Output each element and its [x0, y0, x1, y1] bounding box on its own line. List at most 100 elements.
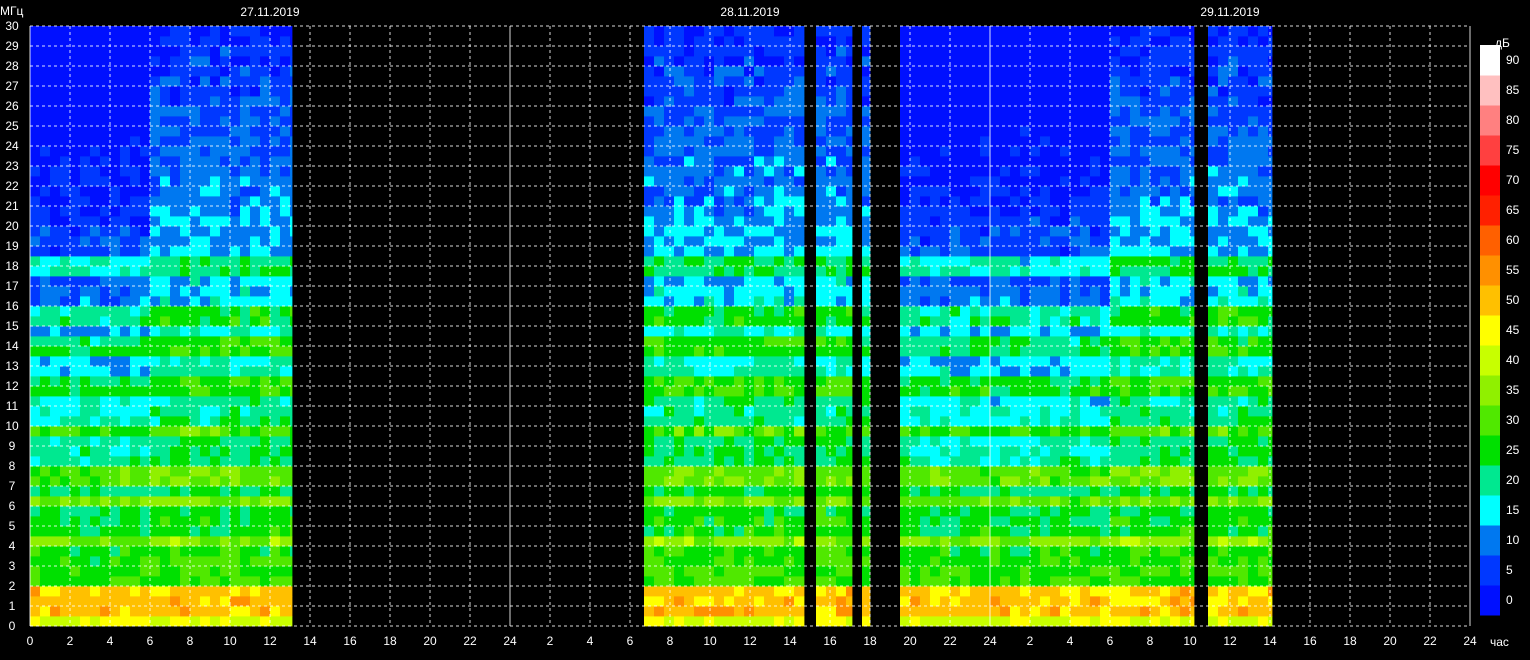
heatmap-cell: [1150, 356, 1161, 367]
heatmap-cell: [744, 466, 755, 477]
heatmap-cell: [1090, 496, 1101, 507]
heatmap-cell: [724, 516, 735, 527]
heatmap-cell: [120, 506, 131, 517]
heatmap-cell: [674, 216, 685, 227]
heatmap-cell: [704, 86, 715, 97]
heatmap-cell: [1100, 146, 1111, 157]
heatmap-cell: [1010, 486, 1021, 497]
heatmap-cell: [654, 506, 665, 517]
heatmap-cell: [280, 236, 291, 247]
heatmap-cell: [704, 516, 715, 527]
heatmap-cell: [664, 256, 675, 267]
heatmap-cell: [60, 246, 71, 257]
heatmap-cell: [290, 226, 293, 237]
heatmap-cell: [664, 426, 675, 437]
heatmap-cell: [950, 136, 961, 147]
heatmap-cell: [1120, 166, 1131, 177]
heatmap-cell: [1238, 486, 1249, 497]
heatmap-cell: [754, 566, 765, 577]
heatmap-cell: [694, 526, 705, 537]
heatmap-cell: [734, 346, 745, 357]
heatmap-cell: [200, 406, 211, 417]
heatmap-cell: [664, 596, 675, 607]
heatmap-cell: [260, 316, 271, 327]
heatmap-cell: [1180, 446, 1191, 457]
heatmap-cell: [130, 66, 141, 77]
heatmap-cell: [1100, 616, 1111, 627]
heatmap-cell: [180, 116, 191, 127]
heatmap-cell: [150, 616, 161, 627]
heatmap-cell: [1190, 36, 1195, 47]
heatmap-cell: [120, 526, 131, 537]
heatmap-cell: [704, 386, 715, 397]
heatmap-cell: [774, 26, 785, 37]
heatmap-cell: [1238, 606, 1249, 617]
heatmap-cell: [110, 206, 121, 217]
heatmap-cell: [1070, 556, 1081, 567]
heatmap-cell: [684, 186, 695, 197]
heatmap-cell: [862, 316, 871, 327]
heatmap-cell: [280, 86, 291, 97]
heatmap-cell: [980, 56, 991, 67]
heatmap-cell: [794, 346, 805, 357]
heatmap-cell: [1130, 476, 1141, 487]
heatmap-cell: [230, 226, 241, 237]
heatmap-cell: [200, 476, 211, 487]
heatmap-cell: [960, 96, 971, 107]
heatmap-cell: [1030, 616, 1041, 627]
heatmap-cell: [180, 426, 191, 437]
heatmap-cell: [754, 586, 765, 597]
heatmap-cell: [684, 316, 695, 327]
heatmap-cell: [724, 156, 735, 167]
heatmap-cell: [1170, 286, 1181, 297]
heatmap-cell: [990, 326, 1001, 337]
heatmap-cell: [230, 256, 241, 267]
heatmap-cell: [1080, 216, 1091, 227]
heatmap-cell: [290, 516, 293, 527]
heatmap-cell: [644, 66, 655, 77]
heatmap-cell: [1080, 606, 1091, 617]
heatmap-cell: [270, 566, 281, 577]
heatmap-cell: [764, 526, 775, 537]
heatmap-cell: [260, 566, 271, 577]
heatmap-cell: [1208, 456, 1219, 467]
heatmap-cell: [744, 566, 755, 577]
heatmap-cell: [80, 376, 91, 387]
heatmap-cell: [150, 286, 161, 297]
heatmap-cell: [764, 566, 775, 577]
heatmap-cell: [1190, 86, 1195, 97]
heatmap-cell: [644, 126, 655, 137]
heatmap-cell: [704, 146, 715, 157]
heatmap-cell: [1120, 356, 1131, 367]
heatmap-cell: [704, 346, 715, 357]
heatmap-cell: [900, 306, 911, 317]
heatmap-cell: [140, 246, 151, 257]
heatmap-cell: [250, 156, 261, 167]
heatmap-cell: [644, 526, 655, 537]
heatmap-cell: [1218, 366, 1229, 377]
heatmap-cell: [1060, 276, 1071, 287]
heatmap-cell: [970, 566, 981, 577]
heatmap-cell: [1080, 66, 1091, 77]
heatmap-cell: [1040, 206, 1051, 217]
heatmap-cell: [1000, 366, 1011, 377]
heatmap-cell: [764, 306, 775, 317]
heatmap-cell: [1190, 596, 1195, 607]
heatmap-cell: [970, 156, 981, 167]
heatmap-cell: [970, 176, 981, 187]
heatmap-cell: [30, 156, 41, 167]
heatmap-cell: [70, 206, 81, 217]
heatmap-cell: [910, 106, 921, 117]
heatmap-cell: [654, 556, 665, 567]
heatmap-cell: [270, 446, 281, 457]
heatmap-cell: [1208, 406, 1219, 417]
heatmap-cell: [1020, 506, 1031, 517]
heatmap-cell: [920, 586, 931, 597]
heatmap-cell: [826, 296, 837, 307]
heatmap-cell: [120, 306, 131, 317]
heatmap-cell: [170, 56, 181, 67]
heatmap-cell: [764, 466, 775, 477]
heatmap-cell: [960, 106, 971, 117]
heatmap-cell: [1010, 106, 1021, 117]
heatmap-cell: [280, 386, 291, 397]
